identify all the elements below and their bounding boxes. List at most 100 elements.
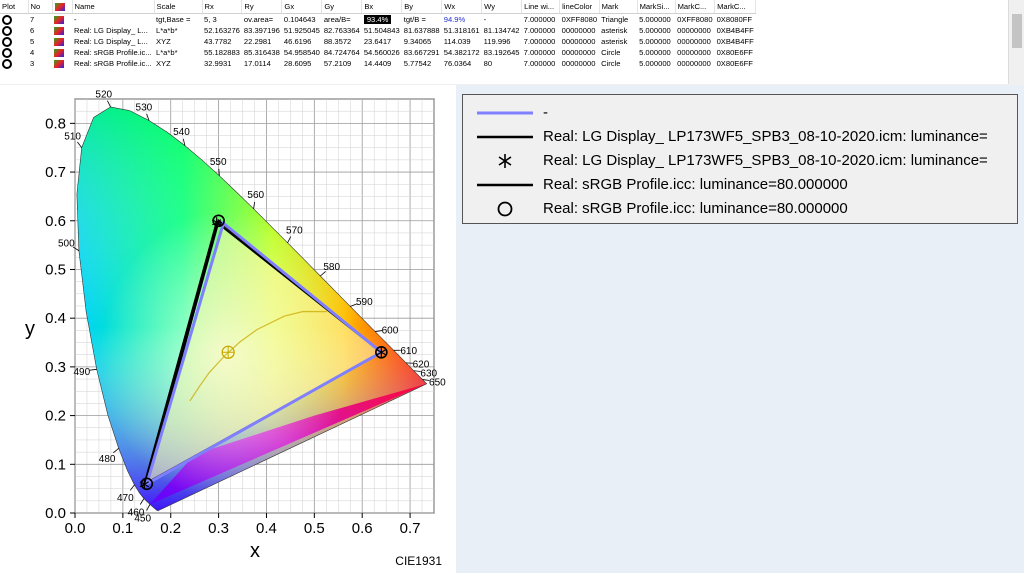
plot-toggle-radio[interactable] xyxy=(2,15,12,25)
cell-gx[interactable]: 0.104643 xyxy=(282,14,322,26)
cell-markc2[interactable]: 0X80E6FF xyxy=(715,58,756,69)
cell-gx[interactable]: 28.6095 xyxy=(282,58,322,69)
cell-bx[interactable]: 54.560026 xyxy=(362,47,402,58)
table-row[interactable]: 5 Real: LG Display_ L...XYZ43.778222.2981… xyxy=(0,36,756,47)
plot-toggle-radio[interactable] xyxy=(2,59,12,69)
column-header[interactable]: Gy xyxy=(322,0,362,14)
cell-markc1[interactable]: 00000000 xyxy=(675,25,714,36)
cell-rx[interactable]: 5, 3 xyxy=(202,14,242,26)
cell-marksize[interactable]: 5.000000 xyxy=(637,14,675,26)
column-header[interactable] xyxy=(52,0,72,14)
cell-linecolor[interactable]: 00000000 xyxy=(560,58,599,69)
cell-gy[interactable]: area/B= xyxy=(322,14,362,26)
cell-by[interactable]: 83.667291 xyxy=(402,47,442,58)
column-header[interactable]: By xyxy=(402,0,442,14)
cell-scale[interactable]: XYZ xyxy=(154,36,202,47)
cell-markc2[interactable]: 0X8080FF xyxy=(715,14,756,26)
cell-gy[interactable]: 82.763364 xyxy=(322,25,362,36)
cell-wx[interactable]: 114.039 xyxy=(442,36,482,47)
vertical-scrollbar[interactable] xyxy=(1008,0,1024,84)
cell-marksize[interactable]: 5.000000 xyxy=(637,47,675,58)
column-header[interactable]: Gx xyxy=(282,0,322,14)
cell-name[interactable]: - xyxy=(72,14,154,26)
cell-mark[interactable]: asterisk xyxy=(599,36,637,47)
cell-wx[interactable]: 51.318161 xyxy=(442,25,482,36)
cell-linecolor[interactable]: 00000000 xyxy=(560,36,599,47)
cell-wy[interactable]: 80 xyxy=(482,58,522,69)
cell-bx[interactable]: 51.504843 xyxy=(362,25,402,36)
cell-no[interactable]: 6 xyxy=(28,25,52,36)
cell-markc2[interactable]: 0XB4B4FF xyxy=(715,25,756,36)
cell-mark[interactable]: Triangle xyxy=(599,14,637,26)
glyph-cell[interactable] xyxy=(52,47,72,58)
cell-linecolor[interactable]: 00000000 xyxy=(560,47,599,58)
cell-mark[interactable]: Circle xyxy=(599,58,637,69)
column-header[interactable]: No xyxy=(28,0,52,14)
column-header[interactable]: Name xyxy=(72,0,154,14)
column-header[interactable]: Wy xyxy=(482,0,522,14)
column-header[interactable]: Plot xyxy=(0,0,28,14)
cell-bx[interactable]: 23.6417 xyxy=(362,36,402,47)
cell-name[interactable]: Real: LG Display_ L... xyxy=(72,36,154,47)
cell-by[interactable]: tgt/B = xyxy=(402,14,442,26)
cell-linew[interactable]: 7.000000 xyxy=(522,14,560,26)
cell-rx[interactable]: 52.163276 xyxy=(202,25,242,36)
cell-ry[interactable]: ov.area= xyxy=(242,14,282,26)
column-header[interactable]: Rx xyxy=(202,0,242,14)
cell-ry[interactable]: 22.2981 xyxy=(242,36,282,47)
cell-wx[interactable]: 76.0364 xyxy=(442,58,482,69)
cell-wx[interactable]: 94.9% xyxy=(442,14,482,26)
cell-wy[interactable]: 83.192645 xyxy=(482,47,522,58)
glyph-cell[interactable] xyxy=(52,58,72,69)
cell-no[interactable]: 5 xyxy=(28,36,52,47)
glyph-cell[interactable] xyxy=(52,36,72,47)
scroll-thumb[interactable] xyxy=(1012,14,1022,48)
cell-linew[interactable]: 7.000000 xyxy=(522,58,560,69)
column-header[interactable]: lineColor xyxy=(560,0,599,14)
cell-gy[interactable]: 84.724764 xyxy=(322,47,362,58)
cell-markc2[interactable]: 0XB4B4FF xyxy=(715,36,756,47)
cell-mark[interactable]: Circle xyxy=(599,47,637,58)
cell-gy[interactable]: 57.2109 xyxy=(322,58,362,69)
plot-toggle-radio[interactable] xyxy=(2,26,12,36)
column-header[interactable]: Line wi... xyxy=(522,0,560,14)
cell-bx[interactable]: 14.4409 xyxy=(362,58,402,69)
cell-scale[interactable]: XYZ xyxy=(154,58,202,69)
column-header[interactable]: MarkSi... xyxy=(637,0,675,14)
plot-toggle-radio[interactable] xyxy=(2,48,12,58)
cell-scale[interactable]: L*a*b* xyxy=(154,47,202,58)
cell-scale[interactable]: tgt,Base = xyxy=(154,14,202,26)
plot-cell[interactable] xyxy=(0,14,28,26)
cell-ry[interactable]: 83.397196 xyxy=(242,25,282,36)
cell-gx[interactable]: 54.958540 xyxy=(282,47,322,58)
cell-gx[interactable]: 46.6196 xyxy=(282,36,322,47)
cell-linecolor[interactable]: 0XFF8080 xyxy=(560,14,599,26)
cell-gy[interactable]: 88.3572 xyxy=(322,36,362,47)
column-header[interactable]: MarkC... xyxy=(675,0,714,14)
cell-wy[interactable]: - xyxy=(482,14,522,26)
cell-name[interactable]: Real: sRGB Profile.ic... xyxy=(72,58,154,69)
cell-markc2[interactable]: 0X80E6FF xyxy=(715,47,756,58)
plot-cell[interactable] xyxy=(0,36,28,47)
cell-marksize[interactable]: 5.000000 xyxy=(637,36,675,47)
cell-ry[interactable]: 85.316438 xyxy=(242,47,282,58)
column-header[interactable]: MarkC... xyxy=(715,0,756,14)
cell-markc1[interactable]: 0XFF8080 xyxy=(675,14,714,26)
cell-bx[interactable]: 93.4% xyxy=(362,14,402,26)
column-header[interactable]: Mark xyxy=(599,0,637,14)
cell-no[interactable]: 3 xyxy=(28,58,52,69)
cell-scale[interactable]: L*a*b* xyxy=(154,25,202,36)
cell-marksize[interactable]: 5.000000 xyxy=(637,25,675,36)
plot-cell[interactable] xyxy=(0,58,28,69)
column-header[interactable]: Ry xyxy=(242,0,282,14)
cell-rx[interactable]: 32.9931 xyxy=(202,58,242,69)
glyph-cell[interactable] xyxy=(52,14,72,26)
cell-rx[interactable]: 43.7782 xyxy=(202,36,242,47)
cell-no[interactable]: 7 xyxy=(28,14,52,26)
cell-markc1[interactable]: 00000000 xyxy=(675,58,714,69)
cell-rx[interactable]: 55.182883 xyxy=(202,47,242,58)
cell-marksize[interactable]: 5.000000 xyxy=(637,58,675,69)
table-row[interactable]: 3 Real: sRGB Profile.ic...XYZ32.993117.01… xyxy=(0,58,756,69)
cell-ry[interactable]: 17.0114 xyxy=(242,58,282,69)
plot-toggle-radio[interactable] xyxy=(2,37,12,47)
